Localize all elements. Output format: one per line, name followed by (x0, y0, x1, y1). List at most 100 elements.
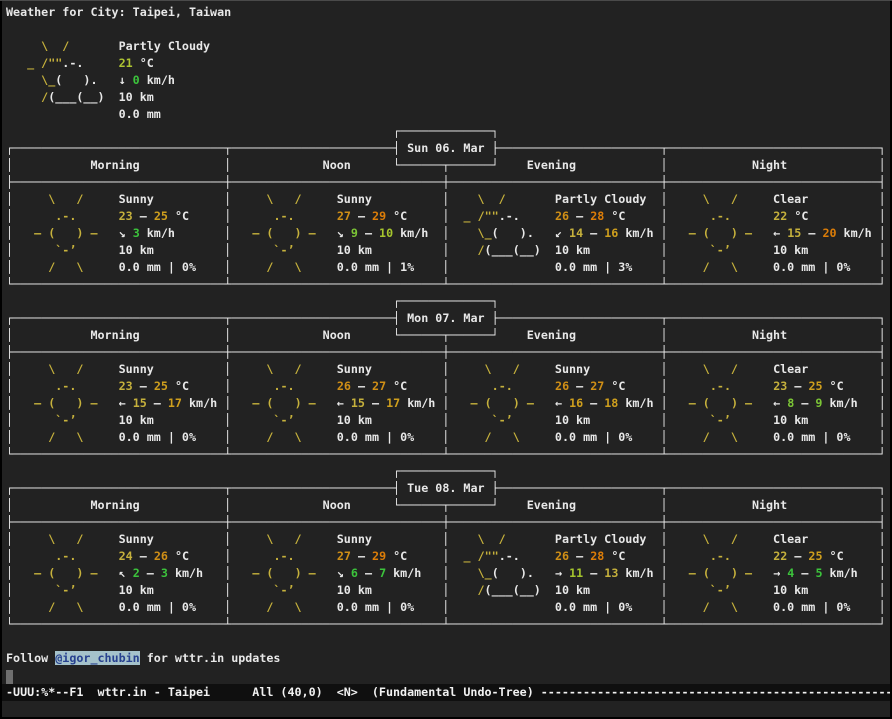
text-run: Follow (6, 651, 55, 665)
text-run: ┌ (6, 481, 13, 495)
text-run: `-’ (13, 413, 76, 427)
text-run: – (147, 396, 168, 410)
text-run (295, 379, 337, 393)
text-run: Clear │ (738, 192, 886, 206)
text-run: ├ (6, 345, 13, 359)
text-run: │ (6, 566, 13, 580)
text-run: │ (140, 158, 323, 172)
terminal-line: │ .-. 24 – 26 °C │ .-. 27 – 29 °C │ _ /"… (6, 548, 890, 565)
text-run: Partly Cloudy │ (506, 532, 668, 546)
text-run: °C │ (386, 209, 449, 223)
text-run: ────────────────────────────── (668, 311, 879, 325)
terminal-line: ┌──────────────────────────────┬────────… (6, 480, 890, 497)
text-run: 20 (822, 226, 836, 240)
text-run: ― ( ) ― (231, 226, 315, 240)
text-run: Clear │ (738, 362, 886, 376)
text-run: _ /"" (449, 209, 498, 223)
echo-area (2, 701, 890, 716)
text-run: km/h │ (618, 566, 667, 580)
text-run: \ / (668, 362, 738, 376)
text-run: \ / (231, 362, 301, 376)
text-run: ────────────────────────────── (668, 447, 879, 461)
text-run: 0.0 mm | 0% │ (449, 600, 667, 614)
terminal-line: _ /"".-. 21 °C (6, 55, 890, 72)
text-run: (___(__) 10 km │ (485, 583, 668, 597)
text-run: .-. (13, 379, 76, 393)
text-run: 10 km │ (731, 243, 886, 257)
text-run: │ (6, 260, 13, 274)
text-run: ────────────────────────────── (13, 515, 224, 529)
text-run: ┌ (6, 141, 13, 155)
text-run: 23 (119, 209, 133, 223)
text-run: ┐ (492, 464, 499, 478)
text-run: ────────────────────────────── (231, 617, 442, 631)
emacs-buffer[interactable]: Weather for City: Taipei, Taiwan \ / Par… (2, 1, 890, 684)
text-run: °C │ (604, 379, 667, 393)
text-run: └ (6, 447, 13, 461)
text-run: 25 (808, 379, 822, 393)
text-run: 0.0 mm | 3% │ (449, 260, 667, 274)
text-run: ← (316, 396, 351, 410)
text-run: \_ (449, 226, 491, 240)
text-run: – (583, 566, 604, 580)
text-run: 15 (787, 226, 801, 240)
column-header-noon: Noon (323, 498, 351, 512)
current-temp: 21 (119, 56, 133, 70)
text-run: │ (6, 396, 13, 410)
text-run: 0.0 mm | 0% │ (83, 260, 231, 274)
text-run: .-. (13, 209, 76, 223)
text-run: °C │ (168, 379, 231, 393)
text-run: 9 (351, 226, 358, 240)
text-run: ( ). → (492, 566, 569, 580)
text-run: `-’ (668, 413, 731, 427)
text-run: │ (6, 532, 13, 546)
text-run (6, 464, 393, 478)
text-run: ────────────────────────────── (13, 447, 224, 461)
terminal-line: ┌─────────────┐ (6, 463, 890, 480)
text-run: ↘ (316, 226, 351, 240)
text-run: 27 (372, 379, 386, 393)
text-run: ┬ (660, 481, 667, 495)
text-run: ┌ (393, 464, 400, 478)
terminal-line: │ / \ 0.0 mm | 0% │ / \ 0.0 mm | 0% │ 0.… (6, 599, 890, 616)
terminal-line: │ \ / Sunny │ \ / Sunny │ \ / Partly Clo… (6, 191, 890, 208)
text-run: 23 (773, 379, 787, 393)
text-run: km/h │ (822, 396, 885, 410)
text-run: – (569, 379, 590, 393)
text-run: ― ( ) ― (449, 396, 533, 410)
text-run: 10 km │ (295, 413, 450, 427)
text-run: 27 (337, 209, 351, 223)
text-run: / \ (449, 430, 519, 444)
text-run: │ (6, 549, 13, 563)
terminal-line: │ ― ( ) ― ↘ 3 km/h │ ― ( ) ― ↘ 9 – 10 km… (6, 225, 890, 242)
text-run: ┌ (393, 294, 400, 308)
text-run: 22 (773, 549, 787, 563)
text-run: `-’ (231, 583, 294, 597)
text-run: ────────────────────────────── (668, 481, 879, 495)
text-run: \_ (449, 566, 491, 580)
text-run: 25 (154, 379, 168, 393)
text-run: Sunny │ (83, 362, 231, 376)
text-run: `-’ (231, 413, 294, 427)
text-run: │ (576, 498, 752, 512)
text-run: 14 (569, 226, 583, 240)
text-run: .-. (62, 56, 118, 70)
text-run: ― ( ) ― (13, 566, 97, 580)
text-run: ┤ (879, 515, 886, 529)
text-run: ────────────────────────────── (449, 515, 660, 529)
text-run: – (351, 379, 372, 393)
text-run: 17 (168, 396, 182, 410)
text-run (76, 209, 118, 223)
igor-chubin-link[interactable]: @igor_chubin (55, 651, 139, 665)
column-header-night: Night (752, 498, 787, 512)
forecast-date: Sun 06. Mar (400, 141, 491, 155)
text-cursor (6, 670, 13, 684)
text-run: ┌ (6, 311, 13, 325)
text-run: ───────────── (400, 124, 491, 138)
text-run: \ / (231, 532, 301, 546)
terminal-line: │ `-’ 10 km │ `-’ 10 km │ /(___(__) 10 k… (6, 582, 890, 599)
text-run: km/h │ (400, 396, 449, 410)
column-header-noon: Noon (323, 328, 351, 342)
text-run: Sunny │ (302, 362, 450, 376)
text-run (295, 549, 337, 563)
